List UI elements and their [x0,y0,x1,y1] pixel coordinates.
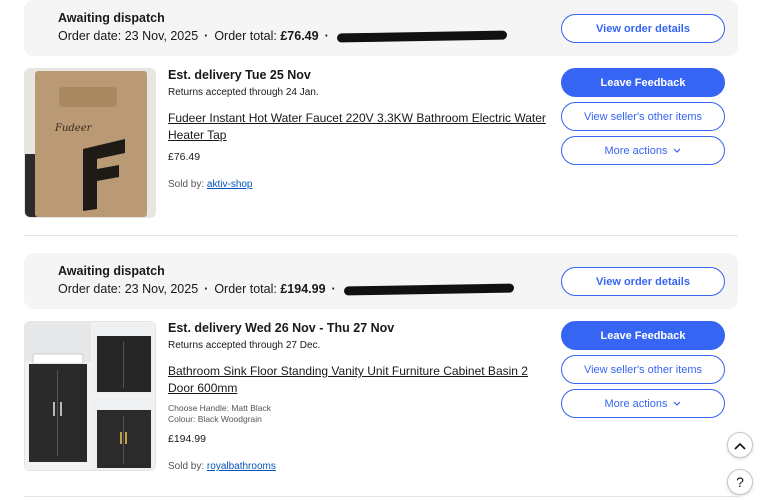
order-date-label: Order date: [58,282,122,296]
order-total-label: Order total: [214,282,277,296]
item-title-link[interactable]: Fudeer Instant Hot Water Faucet 220V 3.3… [168,110,553,144]
order-date-label: Order date: [58,29,122,43]
item-image[interactable]: Fudeer [24,68,156,218]
item-image[interactable] [24,321,156,471]
chevron-down-icon [673,399,681,409]
redacted-order-number [343,283,514,296]
view-order-details-button[interactable]: View order details [561,14,725,43]
help-button[interactable]: ? [727,469,753,495]
item-details: Est. delivery Wed 26 Nov - Thu 27 Nov Re… [168,321,558,472]
seller-link[interactable]: royalbathrooms [207,461,276,472]
estimated-delivery: Est. delivery Tue 25 Nov [168,68,311,82]
item-attribute-handle: Choose Handle: Matt Black [168,403,271,413]
seller-link[interactable]: aktiv-shop [207,179,253,190]
order-divider [24,235,738,236]
order-meta: Order date: 23 Nov, 2025 · Order total: £7… [58,29,507,43]
item-price: £76.49 [168,151,201,163]
order-header: Awaiting dispatch Order date: 23 Nov, 20… [24,0,738,56]
leave-feedback-button[interactable]: Leave Feedback [561,321,725,350]
view-seller-items-button[interactable]: View seller's other items [561,102,725,131]
product-photo [25,322,155,470]
item-details: Est. delivery Tue 25 Nov Returns accepte… [168,68,558,190]
redacted-order-number [336,30,507,43]
order-divider [24,496,738,497]
view-order-details-button[interactable]: View order details [561,267,725,296]
order-status: Awaiting dispatch [58,11,165,25]
sold-by-label: Sold by: [168,461,205,472]
more-actions-label: More actions [604,397,668,410]
more-actions-label: More actions [604,144,668,157]
chevron-down-icon [673,146,681,156]
estimated-delivery: Est. delivery Wed 26 Nov - Thu 27 Nov [168,321,395,335]
returns-info: Returns accepted through 24 Jan. [168,87,319,98]
sold-by-label: Sold by: [168,179,205,190]
order-date: 23 Nov, 2025 [124,282,199,296]
order-total-label: Order total: [214,29,277,43]
scroll-to-top-button[interactable] [727,432,753,458]
product-photo: Fudeer [25,69,155,217]
more-actions-button[interactable]: More actions [561,136,725,165]
item-attribute-colour: Colour: Black Woodgrain [168,414,262,424]
view-seller-items-button[interactable]: View seller's other items [561,355,725,384]
returns-info: Returns accepted through 27 Dec. [168,340,321,351]
sold-by: Sold by: royalbathrooms [168,461,558,472]
order-status: Awaiting dispatch [58,264,165,278]
order-total: £76.49 [280,29,319,43]
help-icon: ? [736,474,744,490]
more-actions-button[interactable]: More actions [561,389,725,418]
order-total: £194.99 [280,282,326,296]
item-title-link[interactable]: Bathroom Sink Floor Standing Vanity Unit… [168,363,553,397]
order-date: 23 Nov, 2025 [124,29,199,43]
order-meta: Order date: 23 Nov, 2025 · Order total: £1… [58,282,514,296]
order-header: Awaiting dispatch Order date: 23 Nov, 20… [24,253,738,309]
sold-by: Sold by: aktiv-shop [168,179,558,190]
chevron-up-icon [734,437,746,453]
thumb-brand: Fudeer [54,123,93,134]
leave-feedback-button[interactable]: Leave Feedback [561,68,725,97]
item-price: £194.99 [168,433,206,445]
